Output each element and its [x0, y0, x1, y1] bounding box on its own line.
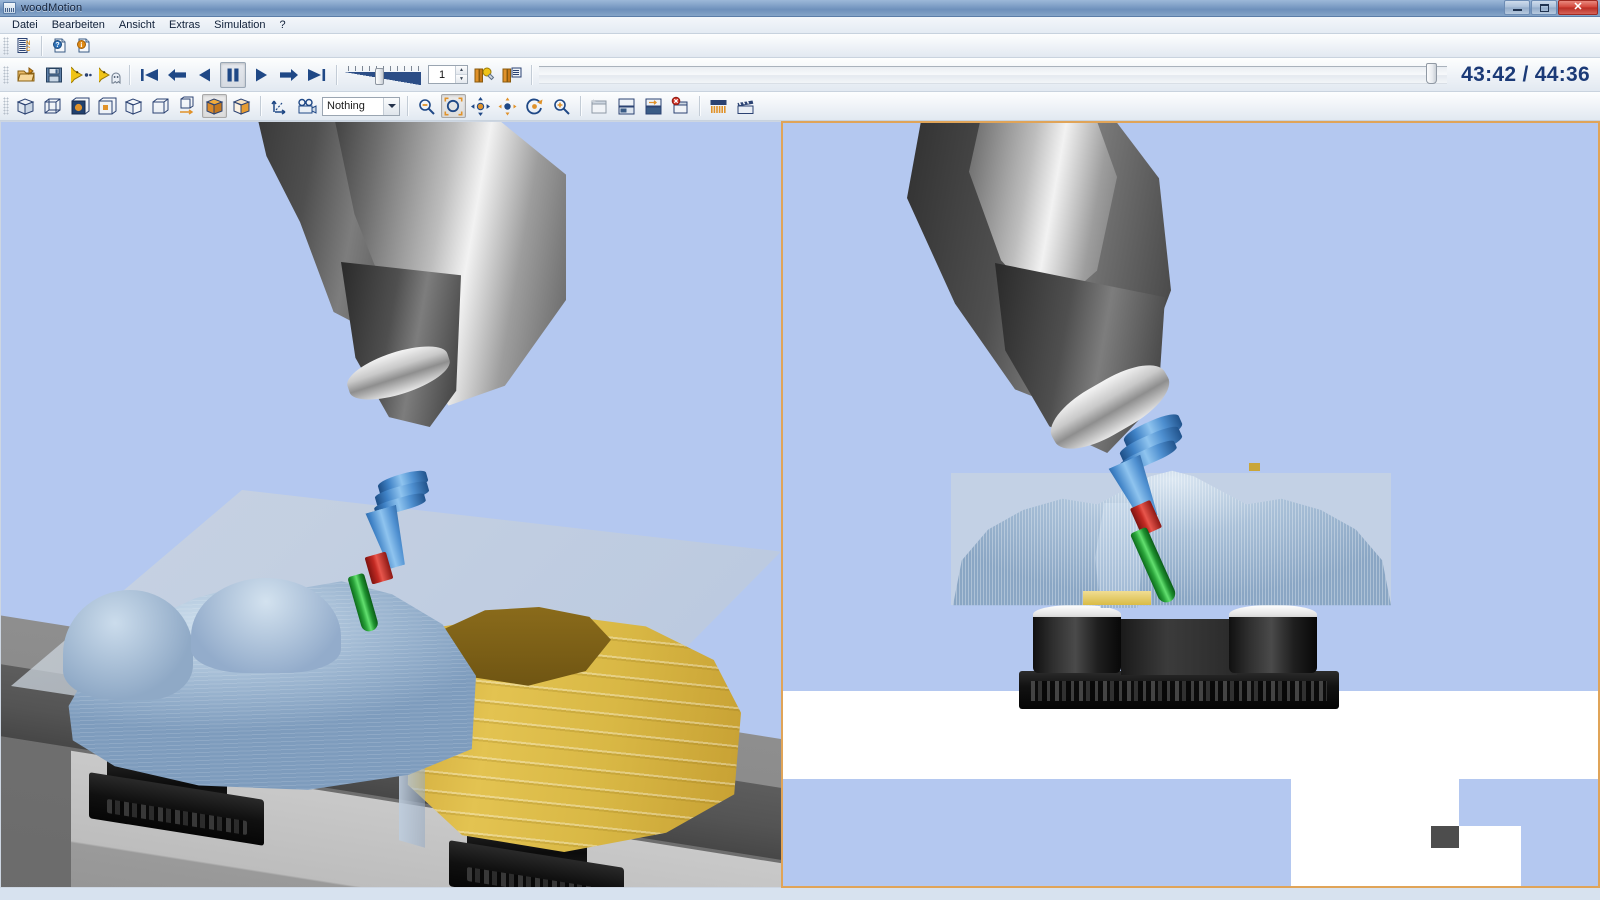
tool-list-icon[interactable] — [499, 62, 525, 88]
statistics-icon[interactable] — [706, 94, 731, 118]
view-shaded-icon[interactable] — [67, 94, 92, 118]
axis-toggle-icon[interactable] — [267, 94, 292, 118]
speed-spinner-up[interactable]: ▲ — [456, 66, 467, 75]
view-wireframe-icon[interactable] — [40, 94, 65, 118]
menu-help[interactable]: ? — [273, 17, 293, 33]
toolbar-view: Nothing — [0, 92, 1600, 121]
record-clapper-icon[interactable] — [733, 94, 758, 118]
menu-datei[interactable]: Datei — [5, 17, 45, 33]
close-button[interactable]: ✕ — [1558, 0, 1598, 15]
view-section-icon[interactable] — [175, 94, 200, 118]
toolbar-top: N C ? i — [0, 34, 1600, 58]
skip-to-start-icon[interactable] — [136, 62, 162, 88]
minimize-button[interactable] — [1504, 0, 1530, 15]
pacman-forward-icon[interactable] — [69, 62, 95, 88]
skip-to-end-icon[interactable] — [304, 62, 330, 88]
menu-simulation[interactable]: Simulation — [207, 17, 272, 33]
simulation-progress-knob[interactable] — [1426, 63, 1437, 84]
step-backward-icon[interactable] — [164, 62, 190, 88]
machine-frame-column — [1291, 753, 1459, 886]
view-isometric-icon[interactable] — [13, 94, 38, 118]
play-icon[interactable] — [248, 62, 274, 88]
svg-text:?: ? — [55, 42, 59, 49]
vacuum-pod-group — [1033, 605, 1323, 723]
vacuum-pod-base — [1019, 671, 1339, 709]
workpiece-stock-gold — [1083, 591, 1151, 605]
camera-icon[interactable] — [294, 94, 319, 118]
zoom-in-icon[interactable] — [549, 94, 574, 118]
window-controls: ✕ — [1504, 0, 1598, 15]
view-solid-selected-icon[interactable] — [202, 94, 227, 118]
play-reverse-icon[interactable] — [192, 62, 218, 88]
viewport-stage — [0, 121, 1600, 888]
simulation-progress-track[interactable] — [539, 66, 1447, 84]
speed-value-field[interactable]: ▲ ▼ — [428, 65, 468, 84]
speed-spinner-down[interactable]: ▼ — [456, 75, 467, 83]
svg-text:i: i — [80, 41, 82, 49]
speed-slider[interactable] — [345, 62, 421, 88]
save-file-icon[interactable] — [41, 62, 67, 88]
vacuum-pod-1 — [1033, 605, 1121, 675]
view-front-icon[interactable] — [94, 94, 119, 118]
simulation-progress-slider[interactable] — [537, 62, 1449, 88]
open-file-icon[interactable] — [13, 62, 39, 88]
speed-spinner-buttons[interactable]: ▲ ▼ — [455, 66, 467, 83]
pan-icon[interactable] — [468, 94, 493, 118]
delete-view-icon[interactable] — [668, 94, 693, 118]
workpiece-gold-remnant — [1249, 463, 1260, 471]
step-forward-icon[interactable] — [276, 62, 302, 88]
chevron-down-icon[interactable] — [383, 98, 399, 115]
toolbar-grip-playback[interactable] — [3, 66, 9, 84]
info-document-icon[interactable]: i — [72, 35, 94, 56]
split-view-icon[interactable] — [614, 94, 639, 118]
window-title: woodMotion — [21, 2, 82, 14]
rotate-center-icon[interactable] — [495, 94, 520, 118]
view-top-icon[interactable] — [148, 94, 173, 118]
menu-extras[interactable]: Extras — [162, 17, 207, 33]
machine-frame-foot — [1459, 826, 1521, 886]
speed-slider-track[interactable] — [345, 72, 421, 85]
camera-target-value: Nothing — [323, 100, 383, 112]
pause-icon[interactable] — [220, 62, 246, 88]
vacuum-pod-2 — [1121, 619, 1237, 675]
maximize-button[interactable] — [1531, 0, 1557, 15]
app-window-icon — [3, 2, 16, 14]
toolbar-playback: ▲ ▼ 43:42 / 44:36 — [0, 58, 1600, 92]
pacman-ghost-icon[interactable] — [97, 62, 123, 88]
zoom-window-icon[interactable] — [441, 94, 466, 118]
view-transparent-icon[interactable] — [229, 94, 254, 118]
viewport-right-front[interactable] — [781, 121, 1600, 888]
menu-bar: Datei Bearbeiten Ansicht Extras Simulati… — [0, 17, 1600, 34]
speed-slider-knob[interactable] — [375, 68, 384, 85]
sync-view-icon[interactable] — [641, 94, 666, 118]
simulation-time-display: 43:42 / 44:36 — [1449, 63, 1600, 87]
menu-bearbeiten[interactable]: Bearbeiten — [45, 17, 112, 33]
new-view-icon[interactable] — [587, 94, 612, 118]
viewport-left-isometric[interactable] — [0, 121, 781, 888]
view-side-icon[interactable] — [121, 94, 146, 118]
title-bar: woodMotion ✕ — [0, 0, 1600, 17]
vacuum-pod-3 — [1229, 605, 1317, 675]
toolbar-grip[interactable] — [3, 37, 9, 55]
svg-text:C: C — [26, 47, 31, 53]
toolbar-grip-view[interactable] — [3, 97, 9, 115]
tool-change-icon[interactable] — [471, 62, 497, 88]
speed-value-input[interactable] — [429, 69, 455, 81]
nc-program-list-icon[interactable]: N C — [13, 35, 35, 56]
camera-target-dropdown[interactable]: Nothing — [322, 97, 400, 116]
help-document-icon[interactable]: ? — [48, 35, 70, 56]
rotate-icon[interactable] — [522, 94, 547, 118]
menu-ansicht[interactable]: Ansicht — [112, 17, 162, 33]
zoom-out-icon[interactable] — [414, 94, 439, 118]
